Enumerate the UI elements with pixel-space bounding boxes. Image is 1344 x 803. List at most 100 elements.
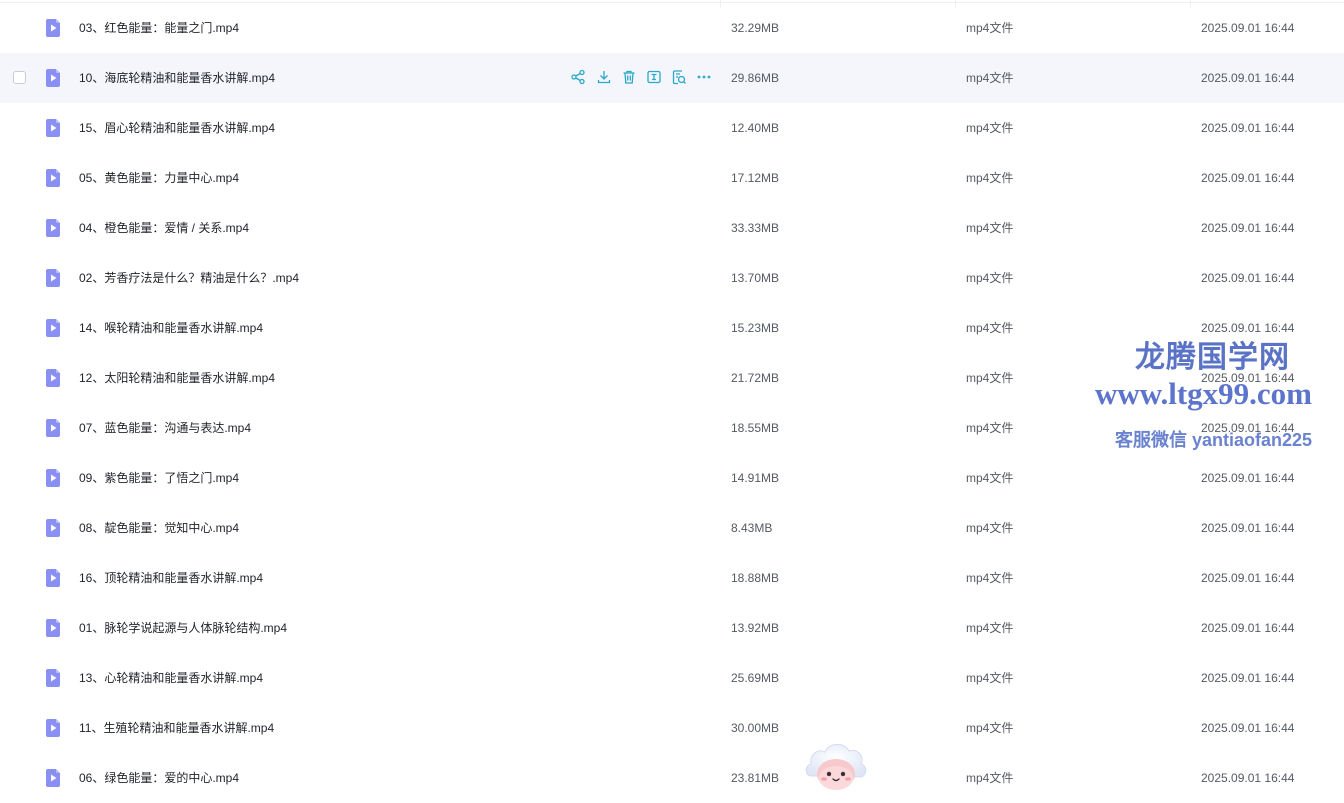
file-name[interactable]: 15、眉心轮精油和能量香水讲解.mp4 [79,120,275,136]
file-modified-date: 2025.09.01 16:44 [1201,71,1295,85]
file-modified-date: 2025.09.01 16:44 [1201,471,1295,485]
file-size: 23.81MB [731,771,780,785]
file-modified-date: 2025.09.01 16:44 [1201,171,1295,185]
file-type: mp4文件 [966,121,1014,135]
file-size: 32.29MB [731,21,780,35]
file-name[interactable]: 12、太阳轮精油和能量香水讲解.mp4 [79,370,275,386]
file-type: mp4文件 [966,221,1014,235]
file-name[interactable]: 09、紫色能量：了悟之门.mp4 [79,470,239,486]
file-row[interactable]: 01、脉轮学说起源与人体脉轮结构.mp4 13.92MB mp4文件 2025.… [0,603,1344,653]
delete-icon[interactable] [621,69,637,85]
file-type: mp4文件 [966,621,1014,635]
video-file-icon [46,169,60,187]
share-icon[interactable] [570,69,586,85]
file-modified-date: 2025.09.01 16:44 [1201,321,1295,335]
video-file-icon [46,519,60,537]
file-row[interactable]: 14、喉轮精油和能量香水讲解.mp4 15.23MB mp4文件 2025.09… [0,303,1344,353]
video-file-icon [46,319,60,337]
file-row[interactable]: 12、太阳轮精油和能量香水讲解.mp4 21.72MB mp4文件 2025.0… [0,353,1344,403]
more-icon[interactable] [696,69,712,85]
file-name[interactable]: 04、橙色能量：爱情 / 关系.mp4 [79,220,249,236]
file-row[interactable]: 07、蓝色能量：沟通与表达.mp4 18.55MB mp4文件 2025.09.… [0,403,1344,453]
file-type: mp4文件 [966,721,1014,735]
file-size: 29.86MB [731,71,780,85]
video-file-icon [46,69,60,87]
video-file-icon [46,119,60,137]
video-file-icon [46,369,60,387]
file-modified-date: 2025.09.01 16:44 [1201,21,1295,35]
file-row[interactable]: 06、绿色能量：爱的中心.mp4 23.81MB mp4文件 2025.09.0… [0,753,1344,803]
assistant-mascot-icon[interactable] [803,740,869,792]
file-size: 21.72MB [731,371,780,385]
file-name[interactable]: 13、心轮精油和能量香水讲解.mp4 [79,670,263,686]
file-row[interactable]: 05、黄色能量：力量中心.mp4 17.12MB mp4文件 2025.09.0… [0,153,1344,203]
file-name[interactable]: 02、芳香疗法是什么？精油是什么？.mp4 [79,270,299,286]
file-type: mp4文件 [966,371,1014,385]
file-name[interactable]: 16、顶轮精油和能量香水讲解.mp4 [79,570,263,586]
file-size: 17.12MB [731,171,780,185]
file-modified-date: 2025.09.01 16:44 [1201,571,1295,585]
file-name[interactable]: 01、脉轮学说起源与人体脉轮结构.mp4 [79,620,287,636]
file-size: 18.88MB [731,571,780,585]
file-type: mp4文件 [966,771,1014,785]
file-size: 30.00MB [731,721,780,735]
file-type: mp4文件 [966,21,1014,35]
file-name[interactable]: 11、生殖轮精油和能量香水讲解.mp4 [79,720,274,736]
file-modified-date: 2025.09.01 16:44 [1201,521,1295,535]
video-file-icon [46,269,60,287]
file-type: mp4文件 [966,571,1014,585]
row-checkbox[interactable] [13,71,26,84]
rename-icon[interactable] [646,69,662,85]
file-row[interactable]: 11、生殖轮精油和能量香水讲解.mp4 30.00MB mp4文件 2025.0… [0,703,1344,753]
file-row[interactable]: 03、红色能量：能量之门.mp4 32.29MB mp4文件 2025.09.0… [0,3,1344,53]
video-file-icon [46,619,60,637]
file-name[interactable]: 14、喉轮精油和能量香水讲解.mp4 [79,320,263,336]
file-type: mp4文件 [966,271,1014,285]
file-size: 14.91MB [731,471,780,485]
file-modified-date: 2025.09.01 16:44 [1201,721,1295,735]
video-file-icon [46,419,60,437]
file-row[interactable]: 15、眉心轮精油和能量香水讲解.mp4 12.40MB mp4文件 2025.0… [0,103,1344,153]
file-type: mp4文件 [966,521,1014,535]
file-size: 15.23MB [731,321,780,335]
file-modified-date: 2025.09.01 16:44 [1201,221,1295,235]
file-row[interactable]: 13、心轮精油和能量香水讲解.mp4 25.69MB mp4文件 2025.09… [0,653,1344,703]
video-file-icon [46,469,60,487]
file-row[interactable]: 10、海底轮精油和能量香水讲解.mp4 29.86MB mp4文件 2025.0… [0,53,1344,103]
video-file-icon [46,569,60,587]
file-row[interactable]: 08、靛色能量：觉知中心.mp4 8.43MB mp4文件 2025.09.01… [0,503,1344,553]
file-name[interactable]: 03、红色能量：能量之门.mp4 [79,20,239,36]
file-modified-date: 2025.09.01 16:44 [1201,421,1295,435]
file-list: 03、红色能量：能量之门.mp4 32.29MB mp4文件 2025.09.0… [0,3,1344,803]
file-modified-date: 2025.09.01 16:44 [1201,671,1295,685]
file-type: mp4文件 [966,71,1014,85]
copy-icon[interactable] [671,69,687,85]
file-type: mp4文件 [966,671,1014,685]
file-size: 12.40MB [731,121,780,135]
file-size: 13.70MB [731,271,780,285]
file-type: mp4文件 [966,421,1014,435]
file-name[interactable]: 06、绿色能量：爱的中心.mp4 [79,770,239,786]
file-type: mp4文件 [966,321,1014,335]
file-name[interactable]: 08、靛色能量：觉知中心.mp4 [79,520,239,536]
file-type: mp4文件 [966,471,1014,485]
video-file-icon [46,219,60,237]
file-row[interactable]: 02、芳香疗法是什么？精油是什么？.mp4 13.70MB mp4文件 2025… [0,253,1344,303]
file-name[interactable]: 05、黄色能量：力量中心.mp4 [79,170,239,186]
file-size: 25.69MB [731,671,780,685]
video-file-icon [46,19,60,37]
file-size: 18.55MB [731,421,780,435]
file-type: mp4文件 [966,171,1014,185]
file-modified-date: 2025.09.01 16:44 [1201,371,1295,385]
video-file-icon [46,719,60,737]
file-modified-date: 2025.09.01 16:44 [1201,271,1295,285]
file-name[interactable]: 07、蓝色能量：沟通与表达.mp4 [79,420,251,436]
download-icon[interactable] [596,69,612,85]
file-row[interactable]: 16、顶轮精油和能量香水讲解.mp4 18.88MB mp4文件 2025.09… [0,553,1344,603]
file-row[interactable]: 09、紫色能量：了悟之门.mp4 14.91MB mp4文件 2025.09.0… [0,453,1344,503]
video-file-icon [46,769,60,787]
file-name[interactable]: 10、海底轮精油和能量香水讲解.mp4 [79,70,275,86]
file-modified-date: 2025.09.01 16:44 [1201,621,1295,635]
file-size: 13.92MB [731,621,780,635]
file-row[interactable]: 04、橙色能量：爱情 / 关系.mp4 33.33MB mp4文件 2025.0… [0,203,1344,253]
